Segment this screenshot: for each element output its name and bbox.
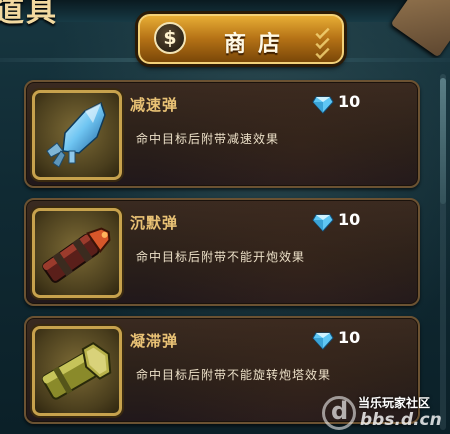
watermark-url: bbs.d.cn <box>360 410 442 430</box>
ice-crystal-missile-icon <box>32 90 122 180</box>
shop-item-card[interactable]: 减速弹 10 命中目标后附带减速效果 <box>24 80 420 188</box>
item-price: 10 <box>338 92 361 111</box>
red-tip-shell-icon <box>32 208 122 298</box>
scrollbar-thumb[interactable] <box>440 78 446 204</box>
item-name: 沉默弹 <box>130 214 179 232</box>
item-name: 凝滞弹 <box>130 332 179 350</box>
coin-symbol: $ <box>163 27 177 49</box>
hexagon-bolt-shell-icon <box>32 326 122 416</box>
item-description: 命中目标后附带不能旋转炮塔效果 <box>136 368 332 382</box>
diamond-icon <box>312 96 334 114</box>
diamond-icon <box>312 214 334 232</box>
item-description: 命中目标后附带不能开炮效果 <box>136 250 306 264</box>
watermark-logo-letter: d <box>331 397 349 425</box>
shop-item-card[interactable]: 沉默弹 10 命中目标后附带不能开炮效果 <box>24 198 420 306</box>
watermark: d 当乐玩家社区 bbs.d.cn <box>322 390 450 434</box>
coin-icon: $ <box>154 22 186 54</box>
watermark-text: 当乐玩家社区 <box>358 396 431 410</box>
shop-title: 商店 <box>224 32 293 57</box>
item-price: 10 <box>338 210 361 229</box>
diamond-icon <box>312 332 334 350</box>
shop-button[interactable]: $ 商店 <box>138 14 344 64</box>
item-description: 命中目标后附带减速效果 <box>136 132 280 146</box>
page-title: 道具 <box>0 0 58 29</box>
item-name: 减速弹 <box>130 96 179 114</box>
chevron-down-icon <box>314 24 332 60</box>
item-price: 10 <box>338 328 361 347</box>
watermark-logo: d <box>322 396 356 430</box>
